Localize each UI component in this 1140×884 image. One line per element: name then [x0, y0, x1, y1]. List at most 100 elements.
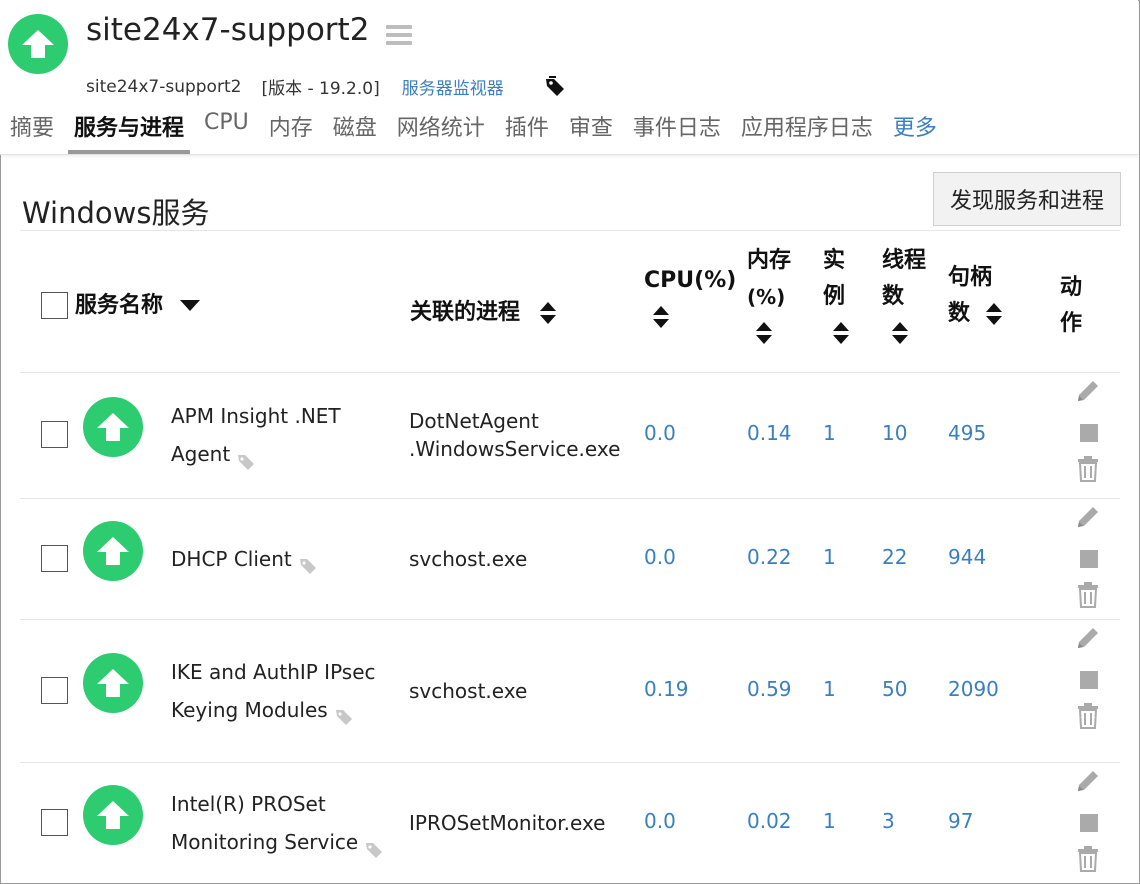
tag-icon[interactable]: [364, 834, 384, 858]
column-process-label: 关联的进程: [410, 300, 521, 325]
edit-icon[interactable]: [1075, 768, 1105, 798]
delete-icon[interactable]: [1077, 582, 1107, 612]
monitor-type-link[interactable]: 服务器监视器: [402, 74, 504, 99]
tag-icon[interactable]: [544, 75, 566, 98]
tab-item[interactable]: 更多: [893, 110, 937, 154]
column-handles[interactable]: 句柄 数: [948, 260, 1018, 332]
tab-item[interactable]: CPU: [204, 110, 249, 154]
column-service-name[interactable]: 服务名称: [75, 288, 201, 324]
version-label: [版本 - 19.2.0]: [261, 79, 380, 99]
service-name[interactable]: Intel(R) PROSet Monitoring Service: [171, 785, 401, 861]
hamburger-menu-icon[interactable]: [386, 25, 412, 45]
sort-icon[interactable]: [538, 300, 558, 326]
column-service-name-label: 服务名称: [75, 293, 164, 318]
discover-services-button[interactable]: 发现服务和进程: [933, 172, 1121, 226]
tab-item[interactable]: 插件: [505, 110, 549, 154]
sort-icon[interactable]: [831, 320, 851, 346]
tab-item[interactable]: 事件日志: [633, 110, 721, 154]
service-name[interactable]: IKE and AuthIP IPsec Keying Modules: [171, 653, 401, 729]
column-process[interactable]: 关联的进程: [410, 295, 558, 331]
tab-item[interactable]: 内存: [269, 110, 313, 154]
cpu-value[interactable]: 0.0: [644, 545, 676, 569]
column-memory[interactable]: 内存 (%): [747, 243, 807, 351]
tab-item[interactable]: 审查: [569, 110, 613, 154]
tab-item[interactable]: 磁盘: [333, 110, 377, 154]
handles-value[interactable]: 944: [948, 545, 986, 569]
tab-item[interactable]: 网络统计: [397, 110, 485, 154]
tag-icon[interactable]: [236, 446, 256, 470]
row-checkbox[interactable]: [41, 421, 68, 448]
tag-icon[interactable]: [334, 701, 354, 725]
delete-icon[interactable]: [1077, 456, 1107, 486]
column-memory-unit: (%): [747, 285, 786, 309]
edit-icon[interactable]: [1075, 504, 1105, 534]
column-threads-label-1: 线程: [882, 248, 927, 273]
monitor-name: site24x7-support2: [86, 76, 242, 97]
instances-value[interactable]: 1: [823, 545, 836, 569]
instances-value[interactable]: 1: [823, 421, 836, 445]
memory-value[interactable]: 0.22: [747, 545, 792, 569]
cpu-value[interactable]: 0.0: [644, 809, 676, 833]
stop-icon[interactable]: [1079, 670, 1109, 694]
column-action-label-1: 动: [1060, 275, 1083, 300]
edit-icon[interactable]: [1075, 625, 1105, 655]
threads-value[interactable]: 3: [882, 809, 895, 833]
sort-icon[interactable]: [984, 301, 1004, 327]
up-status-icon: [83, 785, 143, 845]
cpu-value[interactable]: 0.0: [644, 421, 676, 445]
column-instances[interactable]: 实 例: [823, 243, 863, 351]
row-checkbox[interactable]: [41, 676, 68, 704]
divider: [20, 619, 1120, 620]
instances-value[interactable]: 1: [823, 677, 836, 701]
tab-item[interactable]: 应用程序日志: [741, 110, 873, 154]
tag-icon[interactable]: [298, 550, 318, 574]
row-checkbox[interactable]: [41, 809, 68, 836]
up-status-icon: [8, 14, 68, 74]
threads-value[interactable]: 10: [882, 421, 907, 445]
divider: [20, 230, 1120, 231]
monitor-title: site24x7-support2: [86, 12, 370, 48]
stop-icon[interactable]: [1079, 813, 1109, 837]
handles-value[interactable]: 97: [948, 809, 973, 833]
cpu-value[interactable]: 0.19: [644, 677, 689, 701]
memory-value[interactable]: 0.02: [747, 809, 792, 833]
threads-value[interactable]: 50: [882, 677, 907, 701]
service-name-label[interactable]: Intel(R) PROSet Monitoring Service: [171, 792, 358, 854]
tab-item[interactable]: 摘要: [10, 110, 54, 154]
monitor-meta: site24x7-support2 [版本 - 19.2.0] 服务器监视器: [86, 74, 566, 99]
process-name: IPROSetMonitor.exe: [409, 811, 606, 835]
column-action-label-2: 作: [1060, 311, 1083, 336]
stop-icon[interactable]: [1079, 549, 1109, 573]
column-handles-label-1: 句柄: [948, 265, 993, 290]
memory-value[interactable]: 0.59: [747, 677, 792, 701]
column-memory-label: 内存: [747, 248, 792, 273]
sort-icon[interactable]: [651, 304, 671, 330]
column-handles-label-2: 数: [948, 301, 971, 326]
divider: [20, 762, 1120, 763]
process-name: DotNetAgent .WindowsService.exe: [409, 409, 621, 461]
column-cpu[interactable]: CPU(%): [644, 263, 736, 335]
tab-bar: 摘要 服务与进程 CPU 内存 磁盘 网络统计 插件 审查 事件日志 应用程序日志 更多: [10, 110, 957, 154]
sort-icon[interactable]: [890, 320, 910, 346]
stop-icon[interactable]: [1079, 423, 1109, 447]
column-instances-label-2: 例: [823, 284, 846, 309]
memory-value[interactable]: 0.14: [747, 421, 792, 445]
service-name[interactable]: DHCP Client: [171, 540, 401, 578]
service-name[interactable]: APM Insight .NET Agent: [171, 397, 401, 473]
threads-value[interactable]: 22: [882, 545, 907, 569]
column-threads[interactable]: 线程 数: [882, 243, 942, 351]
service-name-label[interactable]: DHCP Client: [171, 547, 292, 571]
row-checkbox[interactable]: [41, 544, 68, 572]
sort-desc-icon[interactable]: [179, 288, 201, 324]
select-all-checkbox[interactable]: [41, 292, 68, 319]
tab-item[interactable]: 服务与进程: [68, 110, 191, 154]
delete-icon[interactable]: [1077, 846, 1107, 876]
edit-icon[interactable]: [1075, 378, 1105, 408]
delete-icon[interactable]: [1077, 703, 1107, 733]
instances-value[interactable]: 1: [823, 809, 836, 833]
handles-value[interactable]: 2090: [948, 677, 999, 701]
process-name: svchost.exe: [409, 678, 528, 703]
handles-value[interactable]: 495: [948, 421, 986, 445]
up-status-icon: [83, 520, 143, 581]
sort-icon[interactable]: [754, 320, 774, 346]
